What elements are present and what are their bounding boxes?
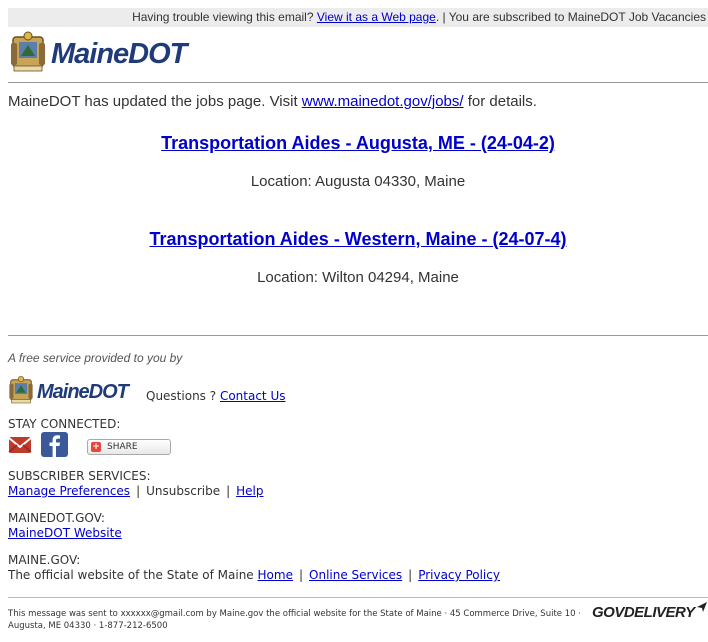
top-notice-prefix: Having trouble viewing this email? xyxy=(132,10,314,24)
content-divider xyxy=(8,335,708,336)
govdelivery-arrow-icon xyxy=(696,600,708,617)
footer-divider xyxy=(8,597,708,598)
official-site-text: The official website of the State of Mai… xyxy=(8,568,254,582)
manage-preferences-link[interactable]: Manage Preferences xyxy=(8,484,130,498)
intro-text: MaineDOT has updated the jobs page. Visi… xyxy=(8,93,537,110)
email-share-icon[interactable] xyxy=(8,434,32,461)
mainedot-website-line: MaineDOT Website xyxy=(8,526,122,540)
unsubscribe-text[interactable]: Unsubscribe xyxy=(146,484,220,498)
subscriber-services-label: SUBSCRIBER SERVICES: xyxy=(8,469,151,483)
questions-label: Questions ? xyxy=(146,389,217,403)
share-label: SHARE xyxy=(107,442,138,452)
help-link[interactable]: Help xyxy=(236,484,263,498)
mainedot-logo: MaineDOT xyxy=(9,31,187,78)
share-button[interactable]: + SHARE xyxy=(87,439,171,455)
job-title-link[interactable]: Transportation Aides - Augusta, ME - (24… xyxy=(161,133,555,153)
contact-us-link[interactable]: Contact Us xyxy=(220,389,286,403)
footer-fineprint: This message was sent to xxxxxx@gmail.co… xyxy=(8,609,581,631)
footer-mainedot-wordmark: MaineDOT xyxy=(37,381,129,403)
job-title-link[interactable]: Transportation Aides - Western, Maine - … xyxy=(149,229,566,249)
intro-text-before: MaineDOT has updated the jobs page. Visi… xyxy=(8,93,302,110)
home-link[interactable]: Home xyxy=(258,568,293,582)
view-as-web-page-link[interactable]: View it as a Web page xyxy=(317,10,436,24)
govdelivery-logo[interactable]: GOVDELIVERY xyxy=(592,602,707,621)
facebook-icon[interactable] xyxy=(41,432,68,462)
maine-gov-label: MAINE.GOV: xyxy=(8,553,81,567)
intro-text-after: for details. xyxy=(463,93,537,110)
maine-gov-links: The official website of the State of Mai… xyxy=(8,568,500,582)
job-listing: Transportation Aides - Augusta, ME - (24… xyxy=(8,133,708,190)
footer-mainedot-logo[interactable]: MaineDOT xyxy=(8,375,129,410)
mainedot-wordmark: MaineDOT xyxy=(51,38,187,70)
addthis-plus-icon: + xyxy=(91,442,101,452)
header-divider xyxy=(8,82,708,83)
mainedot-website-link[interactable]: MaineDOT Website xyxy=(8,526,122,540)
mainedot-gov-label: MAINEDOT.GOV: xyxy=(8,511,105,525)
job-listing: Transportation Aides - Western, Maine - … xyxy=(8,229,708,286)
job-location: Location: Wilton 04294, Maine xyxy=(257,269,459,286)
govdelivery-wordmark: GOVDELIVERY xyxy=(592,604,695,621)
jobs-page-link[interactable]: www.mainedot.gov/jobs/ xyxy=(302,93,464,110)
stay-connected-label: STAY CONNECTED: xyxy=(8,417,121,431)
state-seal-icon xyxy=(9,31,47,78)
state-seal-icon xyxy=(8,375,34,410)
job-location: Location: Augusta 04330, Maine xyxy=(250,173,466,190)
online-services-link[interactable]: Online Services xyxy=(309,568,402,582)
questions-line: Questions ? Contact Us xyxy=(146,389,285,403)
subscription-notice: . | You are subscribed to MaineDOT Job V… xyxy=(435,10,706,24)
social-icons: + SHARE xyxy=(8,432,171,462)
free-service-text: A free service provided to you by xyxy=(8,351,183,365)
top-notice-bar: Having trouble viewing this email? View … xyxy=(8,8,708,27)
privacy-policy-link[interactable]: Privacy Policy xyxy=(418,568,500,582)
subscriber-services-links: Manage Preferences | Unsubscribe | Help xyxy=(8,484,264,498)
